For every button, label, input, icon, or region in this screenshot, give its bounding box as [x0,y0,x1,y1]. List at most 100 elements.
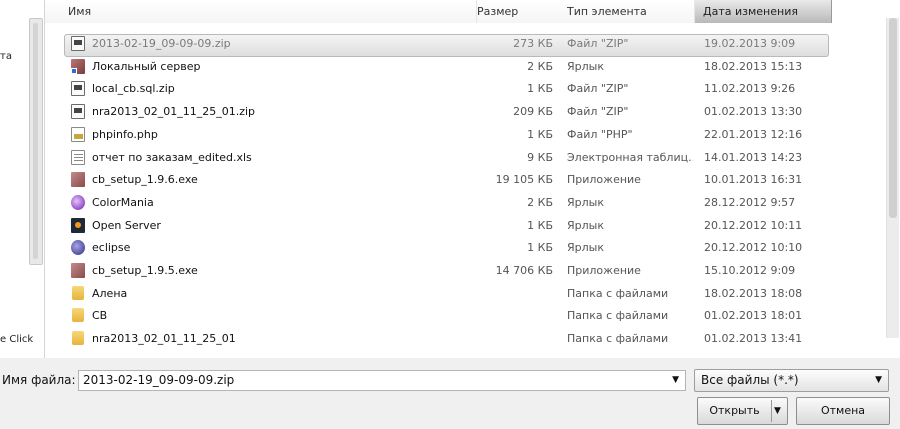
file-type: Файл "ZIP" [567,105,629,119]
file-date: 10.01.2013 16:31 [704,173,803,187]
file-name: Локальный сервер [92,59,201,73]
nav-text-fragment: e Click [0,334,34,345]
file-size: 2 КБ [527,195,553,209]
file-type: Электронная таблиц... [567,150,693,164]
file-row[interactable]: ColorMania 2 КБ Ярлык 28.12.2012 9:57 [45,191,885,213]
file-date: 28.12.2012 9:57 [704,195,796,209]
open-button[interactable]: Открыть ▼ [697,397,788,425]
file-type: Приложение [567,173,641,187]
file-name: local_cb.sql.zip [92,82,175,96]
file-name: phpinfo.php [92,127,158,141]
cancel-button-label: Отмена [820,404,866,417]
file-row[interactable]: local_cb.sql.zip 1 КБ Файл "ZIP" 11.02.2013… [45,77,885,99]
file-type: Файл "PHP" [567,127,633,141]
file-row[interactable]: eclipse 1 КБ Ярлык 20.12.2012 10:10 [45,236,885,258]
file-size [465,282,553,304]
file-row[interactable]: phpinfo.php 1 КБ Файл "PHP" 22.01.2013 12:1… [45,123,885,145]
file-name: cb_setup_1.9.5.exe [92,264,198,277]
file-size: 209 КБ [513,105,553,119]
file-date: 18.02.2013 15:13 [704,59,803,73]
folder-icon [72,308,84,323]
file-row[interactable]: nra2013_02_01_11_25_01 Папка с файлами 01.… [45,327,885,349]
file-date: 15.10.2012 9:09 [704,264,796,277]
split-divider [771,400,772,422]
folder-icon [72,331,84,346]
file-row[interactable]: Алена Папка с файлами 18.02.2013 18:08 [45,282,885,304]
eclipse-icon [71,240,85,256]
file-name: eclipse [92,241,131,255]
file-type: Ярлык [567,59,604,73]
file-type: Папка с файлами [567,286,669,300]
file-type: Папка с файлами [567,309,669,323]
file-list-scrollbar[interactable] [886,18,899,338]
file-name: ColorMania [92,195,154,209]
column-header-row: Имя Размер Тип элемента Дата изменения [45,0,900,23]
file-type: Ярлык [567,195,604,209]
zip-icon [71,81,85,97]
file-name: cb_setup_1.9.6.exe [92,173,198,187]
file-type: Файл "ZIP" [567,37,629,50]
file-size: 14 706 КБ [495,264,553,277]
file-date: 01.02.2013 18:01 [704,309,803,323]
file-name: CB [92,309,108,323]
column-header-type[interactable]: Тип элемента [545,0,695,23]
filename-label: Имя файла: [2,373,76,387]
navigation-pane: та e Click [0,0,44,358]
column-header-date[interactable]: Дата изменения [695,0,832,23]
cancel-button[interactable]: Отмена [796,397,890,425]
file-date: 18.02.2013 18:08 [704,286,803,300]
shortcut-icon [71,58,85,74]
file-type-filter[interactable]: Все файлы (*.*) ▼ [694,369,889,392]
file-list-pane: Имя Размер Тип элемента Дата изменения 2… [44,0,900,358]
file-size: 1 КБ [527,82,553,96]
file-date: 20.12.2012 10:10 [704,241,803,255]
file-name: 2013-02-19_09-09-09.zip [92,37,231,50]
folder-icon [72,285,84,300]
file-date: 22.01.2013 12:16 [704,127,803,141]
file-type: Файл "ZIP" [567,82,629,96]
file-size: 1 КБ [527,218,553,232]
open-button-label: Открыть [709,404,760,417]
file-row[interactable]: nra2013_02_01_11_25_01.zip 209 КБ Файл "ZI… [45,100,885,122]
file-row[interactable]: 2013-02-19_09-09-09.zip 273 КБ Файл "ZIP" 1… [45,32,885,57]
file-size: 9 КБ [527,150,553,164]
installer-icon [71,172,85,188]
file-date: 01.02.2013 13:30 [704,105,803,119]
nav-scrollbar[interactable] [29,18,43,265]
file-type: Приложение [567,264,641,277]
open-options-dropdown-icon[interactable]: ▼ [774,398,781,424]
file-size: 1 КБ [527,127,553,141]
scrollbar-thumb[interactable] [889,18,897,218]
file-type-filter-value: Все файлы (*.*) [701,373,799,387]
zip-icon [71,104,85,120]
nav-text-fragment: та [0,51,12,62]
file-size: 1 КБ [527,241,553,255]
file-name: nra2013_02_01_11_25_01.zip [92,105,256,119]
chevron-down-icon: ▼ [875,375,882,385]
file-size [465,304,553,326]
chevron-down-icon[interactable]: ▼ [672,371,679,390]
file-row[interactable]: отчет по заказам_edited.xls 9 КБ Электронн… [45,146,885,168]
filename-input[interactable]: 2013-02-19_09-09-09.zip ▼ [78,370,686,391]
file-date: 01.02.2013 13:41 [704,332,803,346]
file-size: 19 105 КБ [495,173,553,187]
php-file-icon [71,126,85,142]
file-row[interactable]: cb_setup_1.9.5.exe 14 706 КБ Приложение 15.… [45,259,885,281]
file-size: 2 КБ [527,59,553,73]
file-row[interactable]: CB Папка с файлами 01.02.2013 18:01 [45,304,885,326]
column-header-name[interactable]: Имя [45,0,477,23]
colormania-icon [71,194,85,210]
file-row[interactable]: cb_setup_1.9.6.exe 19 105 КБ Приложение 10.… [45,168,885,190]
file-size: 273 КБ [513,37,553,50]
installer-icon [71,263,85,278]
open-server-icon [71,217,85,233]
file-type: Ярлык [567,241,604,255]
file-name: Алена [92,286,128,300]
file-row[interactable]: Open Server 1 КБ Ярлык 20.12.2012 10:11 [45,214,885,236]
file-size [465,327,553,349]
file-date: 19.02.2013 9:09 [704,37,796,50]
spreadsheet-icon [71,149,85,165]
file-row[interactable]: Локальный сервер 2 КБ Ярлык 18.02.2013 15:1… [45,55,885,77]
filename-value: 2013-02-19_09-09-09.zip [83,373,235,387]
file-type: Папка с файлами [567,332,669,346]
